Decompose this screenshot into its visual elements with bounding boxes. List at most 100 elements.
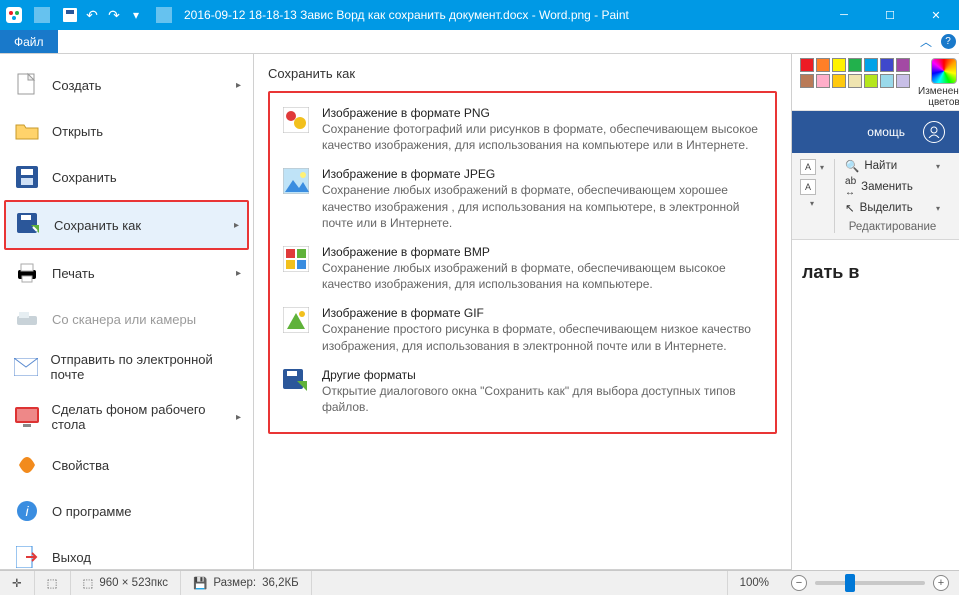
editing-group: 🔍Найти▾ ab↔Заменить ↖Выделить▾ Редактиро… (845, 159, 940, 233)
email-icon (14, 354, 39, 380)
window-title: 2016-09-12 18-18-13 Завис Ворд как сохра… (178, 8, 821, 22)
menu-email[interactable]: Отправить по электронной почте (4, 342, 249, 392)
menu-email-label: Отправить по электронной почте (51, 352, 239, 382)
select-icon: ↖ (845, 201, 855, 215)
color-swatch[interactable] (880, 74, 894, 88)
jpeg-icon (282, 167, 310, 195)
style-icon-2[interactable]: A (800, 179, 816, 195)
menu-saveas[interactable]: Сохранить как ▸ (4, 200, 249, 250)
replace-icon: ab↔ (845, 176, 856, 198)
style-icon[interactable]: A (800, 159, 816, 175)
find-button[interactable]: 🔍Найти▾ (845, 159, 940, 173)
color-swatch[interactable] (864, 74, 878, 88)
color-swatch[interactable] (800, 58, 814, 72)
word-ribbon-strip: омощь (792, 111, 959, 153)
ribbon-collapse-icon[interactable]: ︿ (915, 30, 937, 53)
menu-open-label: Открыть (52, 124, 103, 139)
word-toolbar: A▾ A ▾ 🔍Найти▾ ab↔Заменить ↖Выделить▾ Ре… (792, 153, 959, 240)
menu-properties-label: Свойства (52, 458, 109, 473)
color-swatch[interactable] (800, 74, 814, 88)
color-swatch[interactable] (832, 58, 846, 72)
color-swatch[interactable] (848, 58, 862, 72)
status-filesize: 💾Размер: 36,2КБ (181, 571, 312, 595)
png-icon (282, 106, 310, 134)
bmp-icon (282, 245, 310, 273)
menu-save-label: Сохранить (52, 170, 117, 185)
qat-customize-icon[interactable]: ▾ (128, 7, 144, 23)
zoom-out-button[interactable]: − (791, 575, 807, 591)
file-menu: Создать ▸ Открыть Сохранить Сохранить ка… (0, 54, 792, 570)
color-swatch[interactable] (864, 58, 878, 72)
saveas-bmp[interactable]: Изображение в формате BMPСохранение любы… (278, 238, 767, 299)
paint-app-icon (6, 7, 22, 23)
about-icon: i (14, 498, 40, 524)
menu-properties[interactable]: Свойства (4, 442, 249, 488)
saveas-png[interactable]: Изображение в формате PNGСохранение фото… (278, 99, 767, 160)
status-selection: ⬚ (35, 571, 71, 595)
menu-desktop[interactable]: Сделать фоном рабочего стола ▸ (4, 392, 249, 442)
minimize-button[interactable]: ─ (821, 0, 867, 30)
status-bar: ✛ ⬚ ⬚960 × 523пкс 💾Размер: 36,2КБ 100% −… (0, 570, 959, 595)
saveas-gif[interactable]: Изображение в формате GIFСохранение прос… (278, 299, 767, 360)
chevron-right-icon: ▸ (236, 80, 241, 91)
editing-group-label: Редактирование (845, 221, 940, 233)
search-icon: 🔍 (845, 159, 859, 173)
qat-undo-icon[interactable]: ↶ (84, 7, 100, 23)
menu-open[interactable]: Открыть (4, 108, 249, 154)
menu-about[interactable]: i О программе (4, 488, 249, 534)
new-icon (14, 72, 40, 98)
other-formats-icon (282, 368, 310, 396)
menu-about-label: О программе (52, 504, 132, 519)
zoom-in-button[interactable]: + (933, 575, 949, 591)
menu-new-label: Создать (52, 78, 101, 93)
qat-save-icon[interactable] (62, 7, 78, 23)
chevron-right-icon: ▸ (234, 220, 239, 231)
saveas-submenu: Изображение в формате PNGСохранение фото… (268, 91, 777, 434)
ribbon-tab-row: Файл ︿ ? (0, 30, 959, 54)
file-menu-right: Сохранить как Изображение в формате PNGС… (254, 54, 791, 569)
word-help-fragment: омощь (867, 125, 905, 139)
menu-saveas-label: Сохранить как (54, 218, 141, 233)
replace-button[interactable]: ab↔Заменить (845, 176, 940, 198)
saveas-icon (16, 212, 42, 238)
color-swatch[interactable] (816, 58, 830, 72)
color-swatch[interactable] (816, 74, 830, 88)
color-swatch[interactable] (880, 58, 894, 72)
menu-scanner-label: Со сканера или камеры (52, 312, 196, 327)
color-swatch[interactable] (896, 74, 910, 88)
menu-scanner: Со сканера или камеры (4, 296, 249, 342)
zoom-slider[interactable] (815, 581, 925, 585)
color-swatch[interactable] (896, 58, 910, 72)
select-button[interactable]: ↖Выделить▾ (845, 201, 940, 215)
chevron-right-icon: ▸ (236, 268, 241, 279)
saveas-other[interactable]: Другие форматыОткрытие диалогового окна … (278, 361, 767, 422)
gif-icon (282, 306, 310, 334)
print-icon (14, 260, 40, 286)
status-zoom-value: 100% (728, 571, 781, 595)
qat-redo-icon[interactable]: ↷ (106, 7, 122, 23)
menu-print[interactable]: Печать ▸ (4, 250, 249, 296)
menu-desktop-label: Сделать фоном рабочего стола (51, 402, 239, 432)
selection-icon: ⬚ (47, 576, 58, 590)
help-button[interactable]: ? (937, 30, 959, 53)
maximize-button[interactable]: ☐ (867, 0, 913, 30)
status-cursor: ✛ (0, 571, 35, 595)
file-menu-left: Создать ▸ Открыть Сохранить Сохранить ка… (0, 54, 254, 569)
edit-colors-button[interactable]: Изменение цветов (918, 58, 959, 108)
menu-print-label: Печать (52, 266, 95, 281)
account-icon[interactable] (923, 121, 945, 143)
desktop-icon (14, 404, 39, 430)
file-tab[interactable]: Файл (0, 30, 58, 53)
color-swatch[interactable] (832, 74, 846, 88)
close-button[interactable]: ✕ (913, 0, 959, 30)
save-icon (14, 164, 40, 190)
titlebar: ↶ ↷ ▾ 2016-09-12 18-18-13 Завис Ворд как… (0, 0, 959, 30)
saveas-jpeg[interactable]: Изображение в формате JPEGСохранение люб… (278, 160, 767, 238)
zoom-control[interactable]: − + (781, 575, 959, 591)
color-swatch[interactable] (848, 74, 862, 88)
color-wheel-icon (931, 58, 957, 84)
document-fragment: лать в (792, 240, 959, 305)
menu-new[interactable]: Создать ▸ (4, 62, 249, 108)
menu-save[interactable]: Сохранить (4, 154, 249, 200)
properties-icon (14, 452, 40, 478)
